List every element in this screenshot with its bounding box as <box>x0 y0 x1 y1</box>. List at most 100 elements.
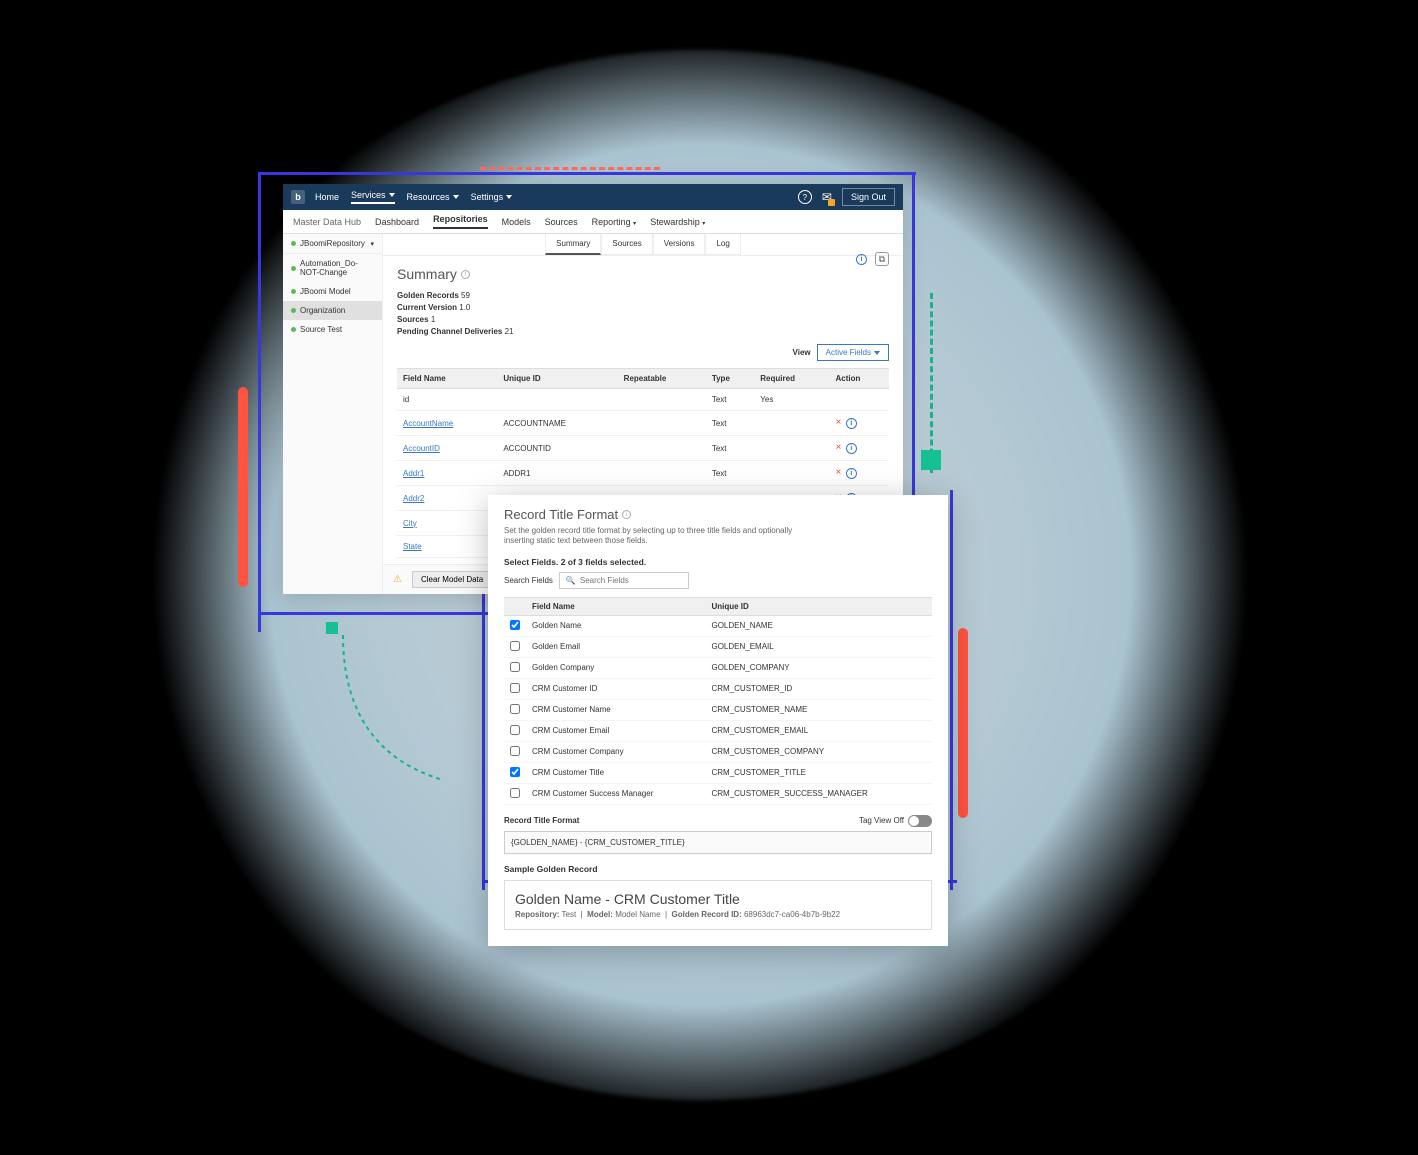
sidebar-item[interactable]: Automation_Do-NOT-Change <box>283 254 382 282</box>
repo-name: JBoomiRepository <box>300 239 365 248</box>
format-value-box[interactable]: {GOLDEN_NAME} - {CRM_CUSTOMER_TITLE} <box>504 831 932 854</box>
field-name-cell: CRM Customer Email <box>526 720 705 741</box>
delete-icon[interactable]: × <box>836 467 842 478</box>
table-row: CRM Customer EmailCRM_CUSTOMER_EMAIL <box>504 720 932 741</box>
popup-title: Record Title Format i <box>504 507 932 522</box>
sidebar-item-label: Organization <box>300 306 345 315</box>
view-btn-label: Active Fields <box>826 348 871 357</box>
nav-home[interactable]: Home <box>315 190 339 204</box>
sidebar-item[interactable]: JBoomi Model <box>283 282 382 301</box>
info-icon[interactable]: i <box>622 510 631 519</box>
field-checkbox[interactable] <box>510 788 520 798</box>
field-name-cell: CRM Customer Title <box>526 762 705 783</box>
nav-services[interactable]: Services <box>351 190 395 204</box>
subnav-sources[interactable]: Sources <box>545 217 578 227</box>
field-link[interactable]: City <box>403 519 417 528</box>
field-checkbox[interactable] <box>510 641 520 651</box>
meta-key: Model: <box>587 910 613 919</box>
field-checkbox[interactable] <box>510 620 520 630</box>
subnav-reporting[interactable]: Reporting ▾ <box>592 217 637 227</box>
info-icon[interactable]: i <box>846 468 857 479</box>
th-type: Type <box>706 369 754 389</box>
stat-value: 59 <box>461 291 470 300</box>
req-cell <box>754 411 829 436</box>
field-link[interactable]: Addr1 <box>403 469 424 478</box>
tab-log[interactable]: Log <box>705 234 740 255</box>
toggle-switch-icon[interactable] <box>908 815 932 827</box>
field-link[interactable]: AccountID <box>403 444 440 453</box>
sample-box: Golden Name - CRM Customer Title Reposit… <box>504 880 932 930</box>
delete-icon[interactable]: × <box>836 442 842 453</box>
nav-settings[interactable]: Settings <box>471 190 513 204</box>
table-row: CRM Customer NameCRM_CUSTOMER_NAME <box>504 699 932 720</box>
info-icon[interactable]: i <box>846 418 857 429</box>
table-row: Golden CompanyGOLDEN_COMPANY <box>504 657 932 678</box>
delete-icon[interactable]: × <box>836 417 842 428</box>
field-name-cell: CRM Customer Company <box>526 741 705 762</box>
stat-value: 21 <box>505 327 514 336</box>
sidebar-item[interactable]: Source Test <box>283 320 382 339</box>
action-cell: × i <box>830 461 890 486</box>
th-field-name: Field Name <box>526 597 705 615</box>
status-dot-icon <box>291 241 296 246</box>
rep-cell <box>618 461 706 486</box>
nav-resources[interactable]: Resources <box>407 190 459 204</box>
tab-versions[interactable]: Versions <box>653 234 706 255</box>
sidebar-repo-selector[interactable]: JBoomiRepository ▾ <box>283 234 382 254</box>
sidebar-item-selected[interactable]: Organization <box>283 301 382 320</box>
search-box[interactable]: 🔍 <box>559 572 689 589</box>
clear-model-data-button[interactable]: Clear Model Data <box>412 571 492 588</box>
rep-cell <box>618 389 706 411</box>
subnav-stewardship[interactable]: Stewardship ▾ <box>650 217 705 227</box>
tab-sources[interactable]: Sources <box>601 234 652 255</box>
field-checkbox[interactable] <box>510 746 520 756</box>
sidebar: JBoomiRepository ▾ Automation_Do-NOT-Cha… <box>283 234 383 594</box>
rep-cell <box>618 436 706 461</box>
frame-line <box>912 172 915 512</box>
field-checkbox[interactable] <box>510 704 520 714</box>
stat-value: 1.0 <box>459 303 470 312</box>
rep-cell <box>618 411 706 436</box>
stat-value: 1 <box>431 315 435 324</box>
sidebar-item-label: Automation_Do-NOT-Change <box>300 259 374 277</box>
subnav-label: Reporting <box>592 217 631 227</box>
subnav-repositories[interactable]: Repositories <box>433 214 488 229</box>
field-checkbox[interactable] <box>510 725 520 735</box>
tab-summary[interactable]: Summary <box>545 234 601 255</box>
field-link[interactable]: State <box>403 542 422 551</box>
stats: Golden Records 59 Current Version 1.0 So… <box>397 290 889 338</box>
table-row: Golden EmailGOLDEN_EMAIL <box>504 636 932 657</box>
search-input[interactable] <box>580 576 682 585</box>
subnav-dashboard[interactable]: Dashboard <box>375 217 419 227</box>
field-checkbox[interactable] <box>510 767 520 777</box>
deco-green-square-big <box>921 450 941 470</box>
action-cell <box>830 389 890 411</box>
topbar: b Home Services Resources Settings ? ✉ S… <box>283 184 903 210</box>
tag-view-toggle[interactable]: Tag View Off <box>859 815 932 827</box>
signout-button[interactable]: Sign Out <box>842 188 895 206</box>
type-cell: Text <box>706 411 754 436</box>
info-icon[interactable]: i <box>846 443 857 454</box>
frame-line <box>950 490 953 890</box>
info-action-icon[interactable]: i <box>856 254 867 265</box>
field-link[interactable]: Addr2 <box>403 494 424 503</box>
toggle-label: Tag View Off <box>859 816 904 825</box>
copy-action-icon[interactable]: ⧉ <box>875 252 889 266</box>
subnav-models[interactable]: Models <box>502 217 531 227</box>
notifications-icon[interactable]: ✉ <box>822 190 832 204</box>
field-link[interactable]: AccountName <box>403 419 453 428</box>
deco-green-curve <box>338 630 448 780</box>
req-cell <box>754 461 829 486</box>
deco-green-square-small <box>326 622 338 634</box>
field-checkbox[interactable] <box>510 683 520 693</box>
field-name-cell: CRM Customer Success Manager <box>526 783 705 804</box>
field-checkbox[interactable] <box>510 662 520 672</box>
view-dropdown[interactable]: Active Fields <box>817 344 889 361</box>
info-icon[interactable]: i <box>461 270 470 279</box>
view-row: View Active Fields <box>793 344 889 361</box>
table-row: CRM Customer TitleCRM_CUSTOMER_TITLE <box>504 762 932 783</box>
field-name-cell: Golden Company <box>526 657 705 678</box>
uid-cell: CRM_CUSTOMER_COMPANY <box>705 741 932 762</box>
help-icon[interactable]: ? <box>798 190 812 204</box>
type-cell: Text <box>706 436 754 461</box>
